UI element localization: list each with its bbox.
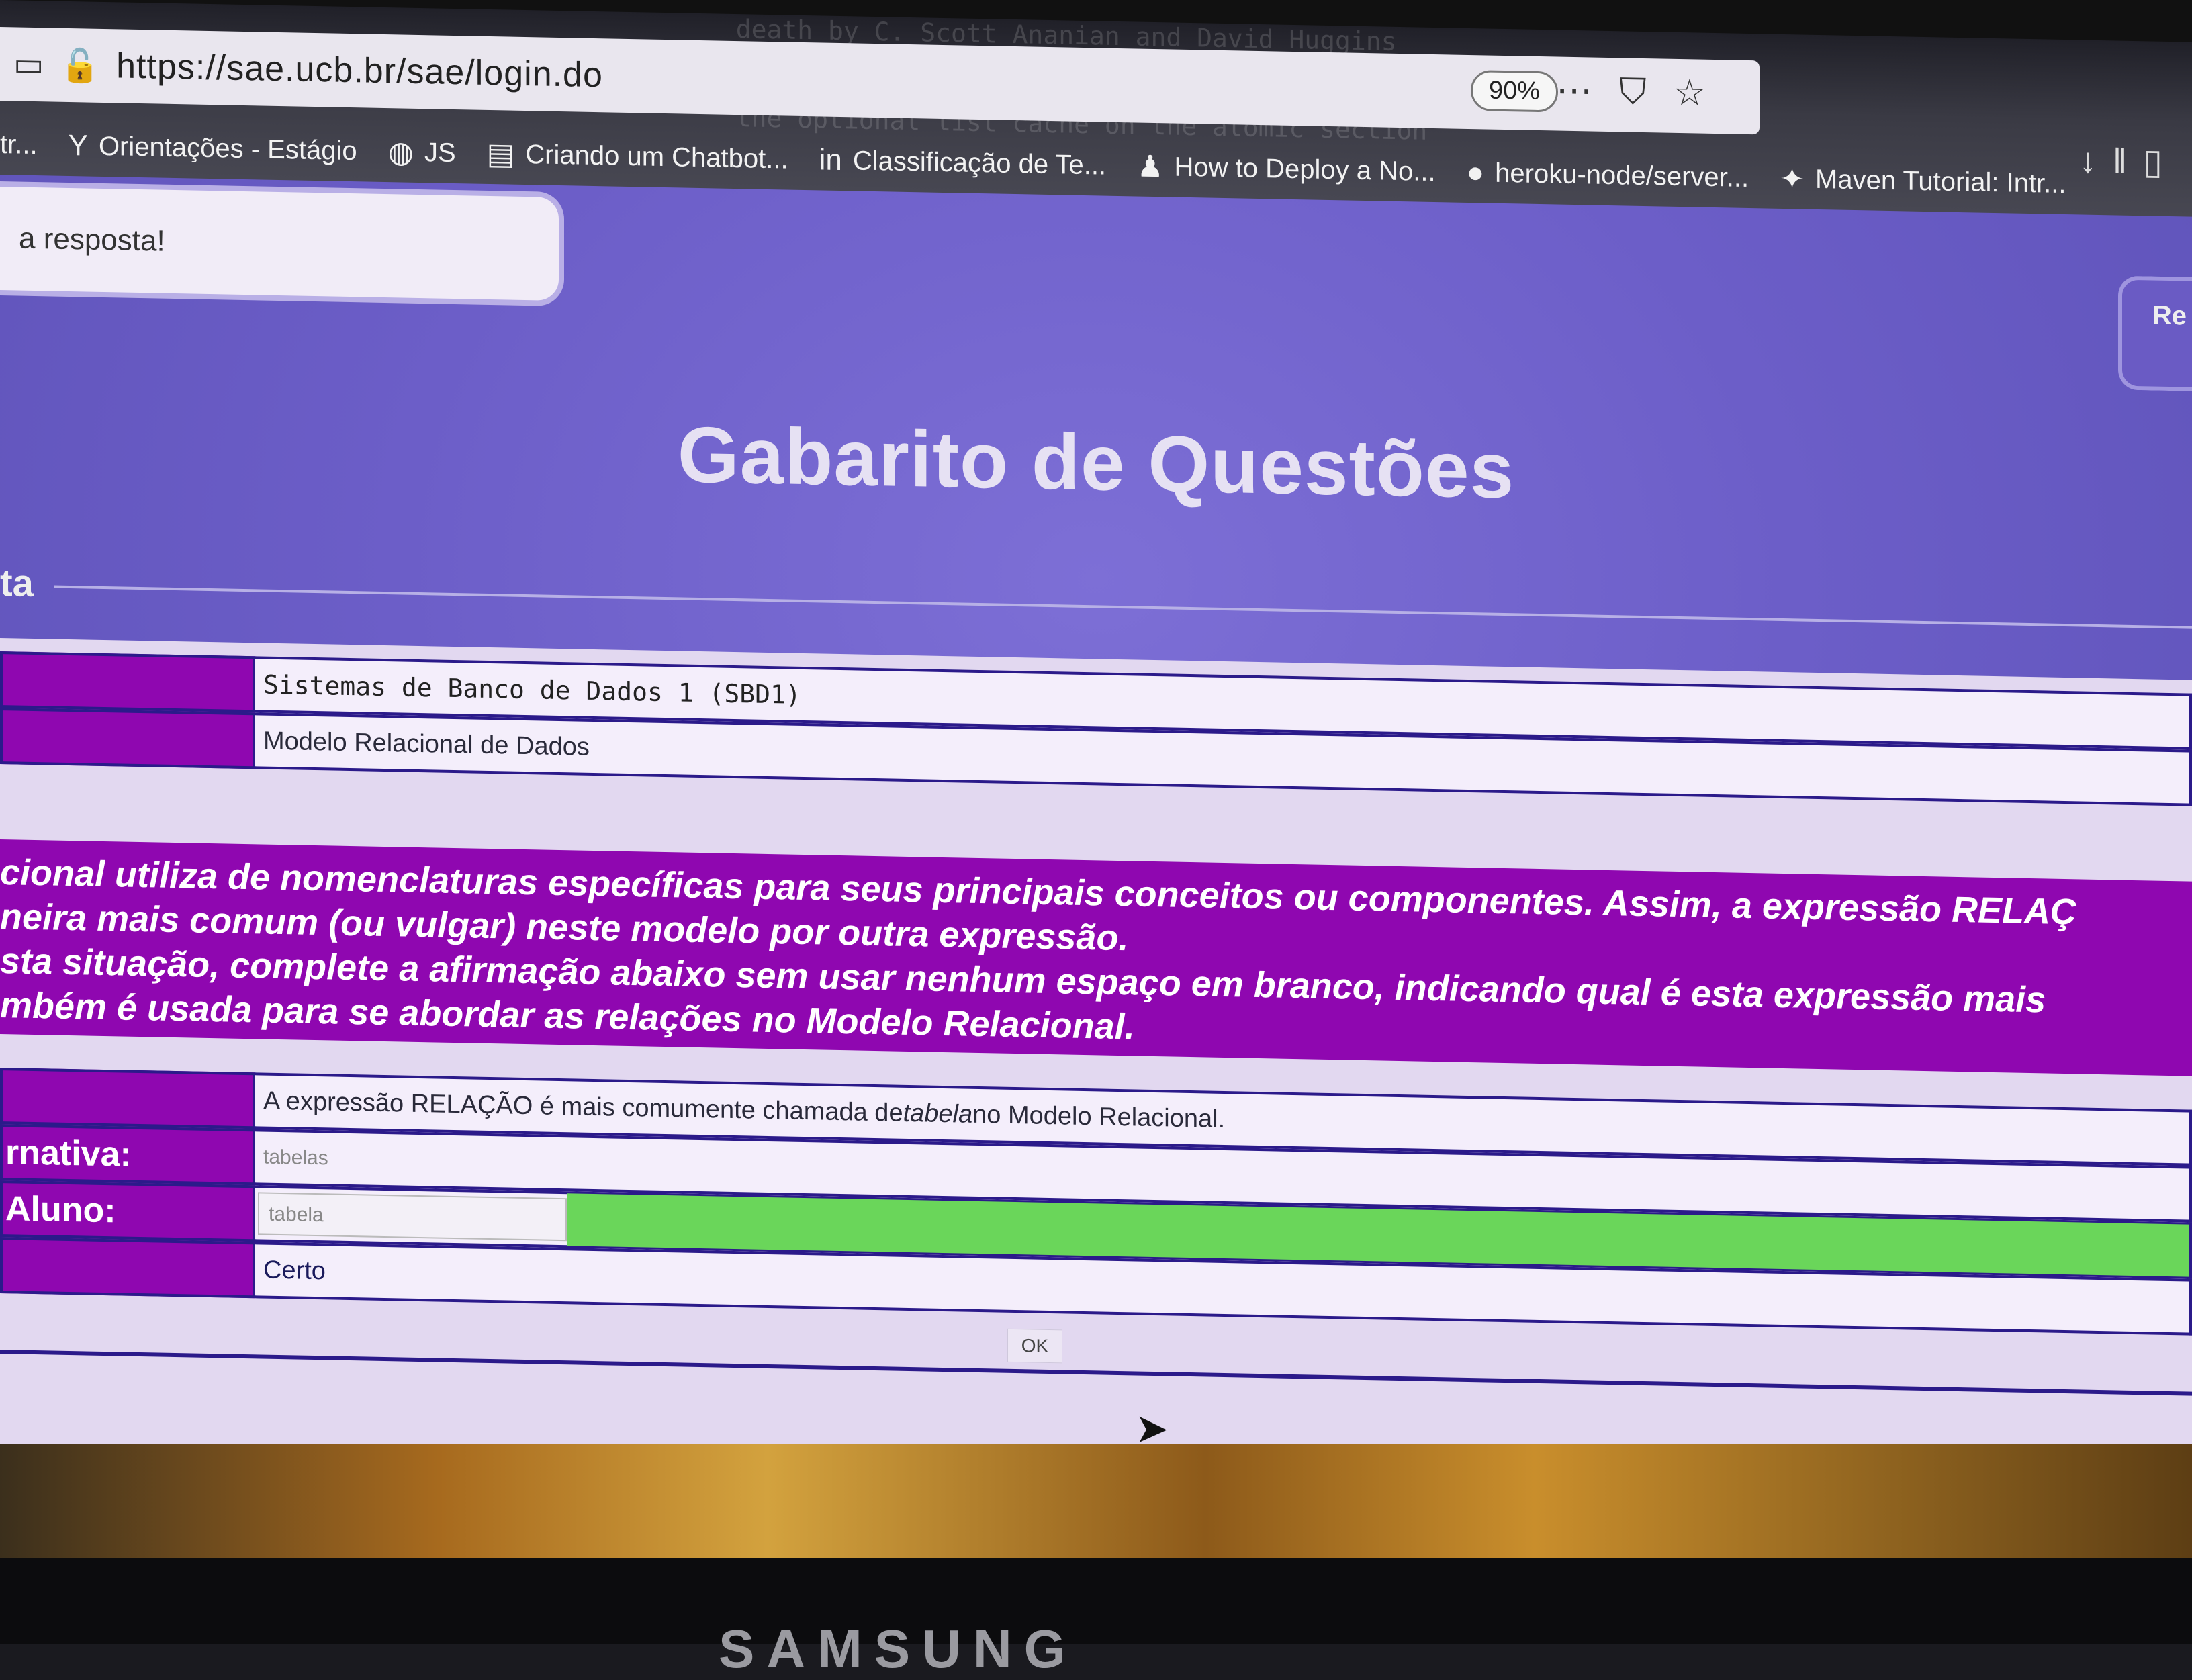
url-text[interactable]: https://sae.ucb.br/sae/login.do xyxy=(116,46,603,95)
zoom-badge[interactable]: 90% xyxy=(1470,70,1558,113)
sidebar-toggle-icon[interactable]: ▭ xyxy=(13,45,44,83)
fieldset-legend: ta xyxy=(0,561,34,604)
bookmark-item[interactable]: ▤ Criando um Chatbot... xyxy=(487,136,788,177)
globe-icon: ◍ xyxy=(387,135,414,169)
bookmark-label: Criando um Chatbot... xyxy=(525,139,788,175)
bookmark-label: Maven Tutorial: Intr... xyxy=(1815,164,2066,199)
doc-icon: ▤ xyxy=(486,137,515,171)
linkedin-icon: in xyxy=(819,143,842,177)
lock-icon[interactable]: 🔓 xyxy=(60,46,100,85)
statement-pre: A expressão RELAÇÃO é mais comumente cha… xyxy=(263,1086,903,1127)
bookmark-label: tr... xyxy=(0,129,38,160)
y-icon: Y xyxy=(68,128,88,162)
ok-button[interactable]: OK xyxy=(1007,1328,1062,1364)
maven-icon: ✦ xyxy=(1780,162,1805,196)
fieldset-line xyxy=(54,585,2192,629)
result-text: Certo xyxy=(263,1256,326,1285)
statement-emph: tabela xyxy=(903,1099,973,1129)
row-label xyxy=(0,708,255,769)
alternative-text: tabelas xyxy=(263,1146,328,1170)
download-icon[interactable]: ↓ xyxy=(2079,141,2113,181)
row-label xyxy=(0,1237,255,1299)
web-page: a resposta! Re Gabarito de Questões ta S… xyxy=(0,175,2192,1513)
bookmark-item[interactable]: in Classificação de Te... xyxy=(819,143,1106,182)
row-label xyxy=(0,1068,255,1129)
student-label: Aluno: xyxy=(0,1180,255,1242)
bookmark-item[interactable]: ✦ Maven Tutorial: Intr... xyxy=(1780,161,2066,201)
library-icon[interactable]: ‖ xyxy=(2113,142,2143,181)
side-tab[interactable]: Re xyxy=(2118,275,2192,391)
bookmark-item[interactable]: ● heroku-node/server... xyxy=(1467,156,1749,195)
desktop-wallpaper xyxy=(0,1444,2192,1565)
bookmark-item[interactable]: ♟ How to Deploy a No... xyxy=(1137,149,1436,189)
statement-post: no Modelo Relacional. xyxy=(972,1100,1226,1133)
monitor-bezel xyxy=(0,1558,2192,1644)
monitor-brand: SAMSUNG xyxy=(719,1619,1078,1679)
page-title: Gabarito de Questões xyxy=(677,410,1515,516)
bookmark-label: Classificação de Te... xyxy=(852,145,1107,181)
person-icon: ♟ xyxy=(1137,150,1164,183)
bookmark-item[interactable]: tr... xyxy=(0,130,38,160)
bookmark-label: Orientações - Estágio xyxy=(98,131,357,166)
photo: death by C. Scott Ananian and David Hugg… xyxy=(0,0,2192,1679)
answer-sheet: Sistemas de Banco de Dados 1 (SBD1) Mode… xyxy=(0,638,2192,1513)
more-icon[interactable]: ⋯ xyxy=(1556,70,1619,111)
bookmark-item[interactable]: ◍ JS xyxy=(388,135,456,171)
sidebar-icon[interactable]: ▯ xyxy=(2143,142,2179,182)
toolbar-icons: ↓‖▯ xyxy=(2079,140,2179,183)
pocket-icon[interactable]: ⛉ xyxy=(1619,71,1674,113)
notice-text: a resposta! xyxy=(19,222,165,258)
bookmark-item[interactable]: Y Orientações - Estágio xyxy=(68,129,357,168)
side-tab-label: Re xyxy=(2152,300,2187,331)
star-icon[interactable]: ☆ xyxy=(1674,73,1733,114)
page-actions: ⋯⛉☆ xyxy=(1556,68,1733,115)
alternative-label: rnativa: xyxy=(0,1124,255,1186)
row-label xyxy=(0,651,255,713)
bookmark-label: JS xyxy=(424,137,456,168)
bookmark-label: How to Deploy a No... xyxy=(1174,152,1436,187)
github-icon: ● xyxy=(1466,155,1485,189)
student-answer-field[interactable]: tabela xyxy=(258,1192,567,1242)
bookmark-label: heroku-node/server... xyxy=(1495,158,1749,193)
notice-box: a resposta! xyxy=(0,181,564,307)
sheet-border xyxy=(0,1350,2192,1396)
monitor-screen: death by C. Scott Ananian and David Hugg… xyxy=(0,0,2192,1513)
question-text: cional utiliza de nomenclaturas específi… xyxy=(0,839,2192,1076)
